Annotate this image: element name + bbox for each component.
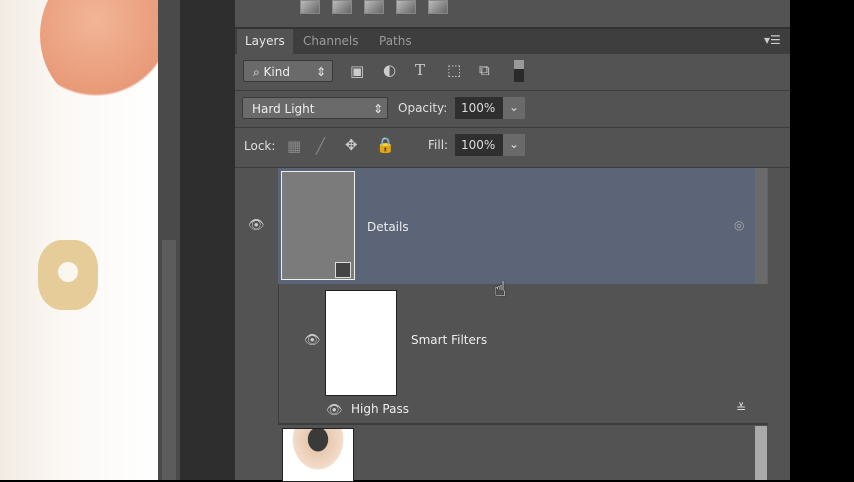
eye-icon[interactable]: 👁 (248, 218, 265, 233)
fill-input[interactable]: 100% (455, 134, 503, 156)
type-filter-icon[interactable]: T (415, 61, 425, 79)
document-canvas[interactable] (0, 0, 158, 480)
layer-thumbnail-portrait (282, 428, 354, 482)
blending-options-icon[interactable]: ≚ (736, 401, 746, 415)
smart-object-filter-icon[interactable]: ⧉ (479, 61, 490, 79)
tab-layers[interactable]: Layers (237, 29, 293, 54)
layers-scroll-thumb[interactable] (755, 426, 767, 480)
blend-mode-select[interactable]: Hard Light ⇕ (242, 97, 388, 119)
opacity-dropdown-button[interactable]: ⌄ (503, 97, 525, 119)
visibility-column (235, 168, 279, 423)
tab-channels[interactable]: Channels (295, 29, 367, 54)
opacity-label: Opacity: (398, 101, 448, 115)
layers-scrollbar[interactable] (755, 168, 767, 284)
vibrance-icon[interactable] (396, 0, 416, 14)
lock-label: Lock: (244, 139, 276, 153)
lock-all-icon[interactable]: 🔒 (376, 136, 395, 154)
mouse-cursor-hand-icon: ☝ (494, 277, 507, 301)
updown-icon: ⇕ (315, 65, 326, 79)
eye-icon[interactable]: 👁 (304, 333, 321, 348)
canvas-earring-hole (58, 262, 78, 282)
updown-icon: ⇕ (372, 102, 383, 116)
lock-position-icon[interactable]: ✥ (345, 136, 358, 154)
canvas-hair (40, 0, 158, 110)
panel-menu-icon[interactable]: ▾☰ (764, 33, 781, 47)
filter-kind-select[interactable]: ⌕ Kind ⇕ (243, 60, 333, 82)
layer-name[interactable]: Details (367, 220, 409, 234)
canvas-scroll-thumb[interactable] (162, 240, 176, 480)
tab-paths[interactable]: Paths (371, 29, 420, 54)
adjustment-filter-icon[interactable]: ◐ (383, 61, 396, 79)
filter-name[interactable]: High Pass (351, 402, 409, 416)
search-icon: ⌕ (253, 65, 264, 79)
smart-filter-mask-thumbnail[interactable] (325, 290, 397, 396)
fill-label: Fill: (428, 138, 449, 152)
pixel-layer-filter-icon[interactable]: ▣ (350, 62, 364, 80)
shape-filter-icon[interactable]: ⬚ (447, 61, 461, 79)
right-margin (790, 0, 854, 480)
kind-label: Kind (263, 65, 290, 79)
fill-dropdown-button[interactable]: ⌄ (503, 134, 525, 156)
smart-filter-indicator-icon[interactable]: ◎ (734, 218, 744, 232)
workspace-gutter (180, 0, 235, 480)
gradient-map-icon[interactable] (428, 0, 448, 14)
filter-toggle-switch[interactable] (514, 60, 524, 82)
lock-transparency-icon[interactable]: ▦ (287, 137, 301, 155)
brightness-icon[interactable] (300, 0, 320, 14)
eye-icon[interactable]: 👁 (326, 403, 343, 418)
lock-image-icon[interactable]: ╱ (316, 137, 325, 155)
exposure-icon[interactable] (364, 0, 384, 14)
smart-filters-label[interactable]: Smart Filters (411, 333, 487, 347)
opacity-input[interactable]: 100% (455, 97, 503, 119)
curves-icon[interactable] (332, 0, 352, 14)
smart-object-badge-icon (335, 262, 351, 278)
blend-mode-value: Hard Light (252, 102, 315, 116)
